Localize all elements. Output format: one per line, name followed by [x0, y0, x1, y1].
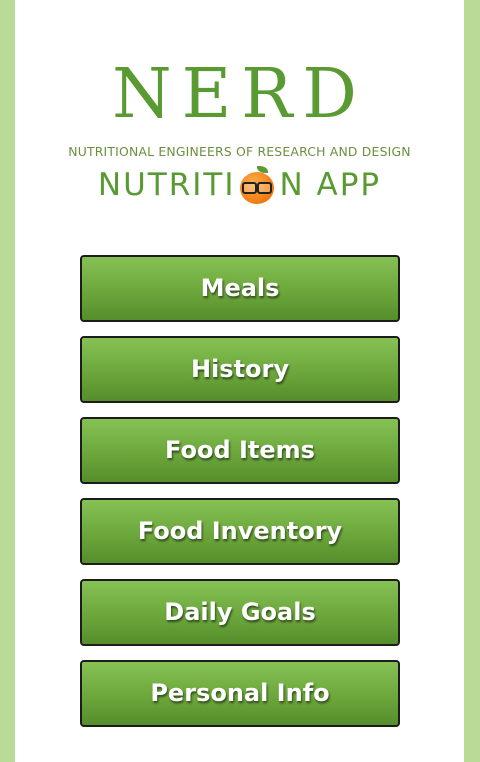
logo-app-prefix: NUTRITI: [97, 166, 236, 203]
daily-goals-button[interactable]: Daily Goals: [80, 579, 400, 646]
history-button[interactable]: History: [80, 336, 400, 403]
logo-app-name: NUTRITI N APP: [15, 163, 464, 205]
meals-button[interactable]: Meals: [80, 255, 400, 322]
personal-info-button[interactable]: Personal Info: [80, 660, 400, 727]
orange-mascot-icon: [237, 165, 277, 205]
logo-title: NERD: [112, 55, 367, 134]
logo-subtitle: NUTRITIONAL ENGINEERS OF RESEARCH AND DE…: [68, 144, 411, 159]
main-menu: Meals History Food Items Food Inventory …: [80, 255, 400, 741]
food-items-button[interactable]: Food Items: [80, 417, 400, 484]
logo-app-suffix: N APP: [279, 166, 382, 203]
main-panel: NERD NUTRITIONAL ENGINEERS OF RESEARCH A…: [15, 0, 464, 762]
food-inventory-button[interactable]: Food Inventory: [80, 498, 400, 565]
nerd-logo: NERD NUTRITIONAL ENGINEERS OF RESEARCH A…: [15, 0, 464, 230]
